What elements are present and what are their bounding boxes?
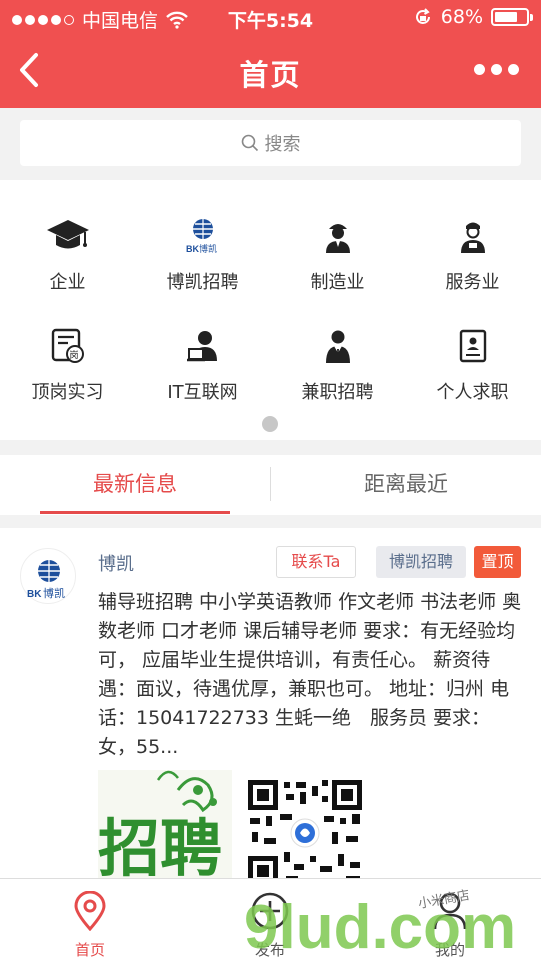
search-label: 搜索 <box>264 134 301 155</box>
category-grid: 企业 BK 博凯 博凯招聘 制造业 服务业 岗 顶岗实习 IT互联网 兼职招聘 … <box>0 180 541 440</box>
location-pin-icon <box>70 889 110 933</box>
post-body[interactable]: 辅导班招聘 中小学英语教师 作文老师 书法老师 奥数老师 口才老师 课后辅导老师… <box>98 588 523 762</box>
tabbar-label: 首页 <box>74 941 105 959</box>
svg-text:博凯: 博凯 <box>199 243 217 255</box>
tab-latest[interactable]: 最新信息 <box>0 455 270 515</box>
search-bar[interactable]: 搜索 <box>20 120 521 166</box>
tabbar-publish[interactable]: 发布 <box>180 879 360 960</box>
search-section: 搜索 <box>0 108 541 180</box>
category-label: 个人求职 <box>436 382 509 403</box>
it-person-icon <box>179 322 227 370</box>
contact-button[interactable]: 联系Ta <box>276 546 356 578</box>
tabbar-label: 发布 <box>254 941 285 959</box>
category-bokai[interactable]: BK 博凯 博凯招聘 <box>135 212 270 294</box>
tabbar-label: 我的 <box>434 941 465 959</box>
category-label: 服务业 <box>445 272 500 293</box>
bokai-logo-icon: BK 博凯 <box>179 212 227 260</box>
battery-percent: 68% <box>440 6 483 28</box>
graduation-cap-icon <box>44 212 92 260</box>
top-bar: 中国电信 下午5:54 68% 首页 <box>0 0 541 108</box>
rotation-lock-icon <box>415 8 430 24</box>
internship-icon: 岗 <box>44 322 92 370</box>
qr-code-image[interactable] <box>246 778 364 888</box>
worker-icon <box>314 212 362 260</box>
category-label: 企业 <box>49 272 86 293</box>
category-internship[interactable]: 岗 顶岗实习 <box>0 322 135 404</box>
suit-person-icon <box>314 322 362 370</box>
feed-tabs: 最新信息 距离最近 <box>0 455 541 515</box>
post-image-recruit[interactable]: 招聘 <box>98 770 232 888</box>
post-author[interactable]: 博凯 <box>98 550 134 576</box>
category-label: 博凯招聘 <box>166 272 239 293</box>
active-tab-indicator <box>40 511 230 514</box>
category-label: 兼职招聘 <box>301 382 374 403</box>
category-enterprise[interactable]: 企业 <box>0 212 135 294</box>
category-label: IT互联网 <box>167 382 238 403</box>
resume-icon <box>449 322 497 370</box>
category-manufacturing[interactable]: 制造业 <box>270 212 405 294</box>
svg-text:BK: BK <box>186 244 199 254</box>
category-jobseeker[interactable]: 个人求职 <box>405 322 540 404</box>
category-label: 顶岗实习 <box>31 382 104 403</box>
tabbar-home[interactable]: 首页 <box>0 879 180 960</box>
category-tag[interactable]: 博凯招聘 <box>376 546 466 578</box>
more-button[interactable] <box>474 64 519 75</box>
tab-nearest[interactable]: 距离最近 <box>271 455 541 515</box>
avatar[interactable]: BK 博凯 <box>20 548 76 604</box>
bottom-tab-bar: 首页 发布 我的 <box>0 878 541 960</box>
category-parttime[interactable]: 兼职招聘 <box>270 322 405 404</box>
category-it[interactable]: IT互联网 <box>135 322 270 404</box>
svg-text:岗: 岗 <box>69 350 78 361</box>
page-indicator <box>262 416 278 432</box>
category-service[interactable]: 服务业 <box>405 212 540 294</box>
search-icon <box>241 134 258 152</box>
battery-icon <box>491 8 533 26</box>
post-card[interactable]: BK 博凯 博凯 联系Ta 博凯招聘 置顶 辅导班招聘 中小学英语教师 作文老师… <box>0 528 541 888</box>
category-label: 制造业 <box>310 272 365 293</box>
svg-text:招聘: 招聘 <box>98 812 222 885</box>
add-circle-icon <box>250 889 290 933</box>
nav-bar: 首页 <box>0 36 541 108</box>
status-bar: 中国电信 下午5:54 68% <box>0 0 541 36</box>
service-staff-icon <box>449 212 497 260</box>
pinned-badge: 置顶 <box>474 546 521 578</box>
user-icon <box>430 889 470 933</box>
svg-text:博凯: 博凯 <box>43 587 65 600</box>
svg-text:BK: BK <box>27 589 42 600</box>
tabbar-mine[interactable]: 我的 <box>360 879 540 960</box>
page-title: 首页 <box>239 58 302 92</box>
